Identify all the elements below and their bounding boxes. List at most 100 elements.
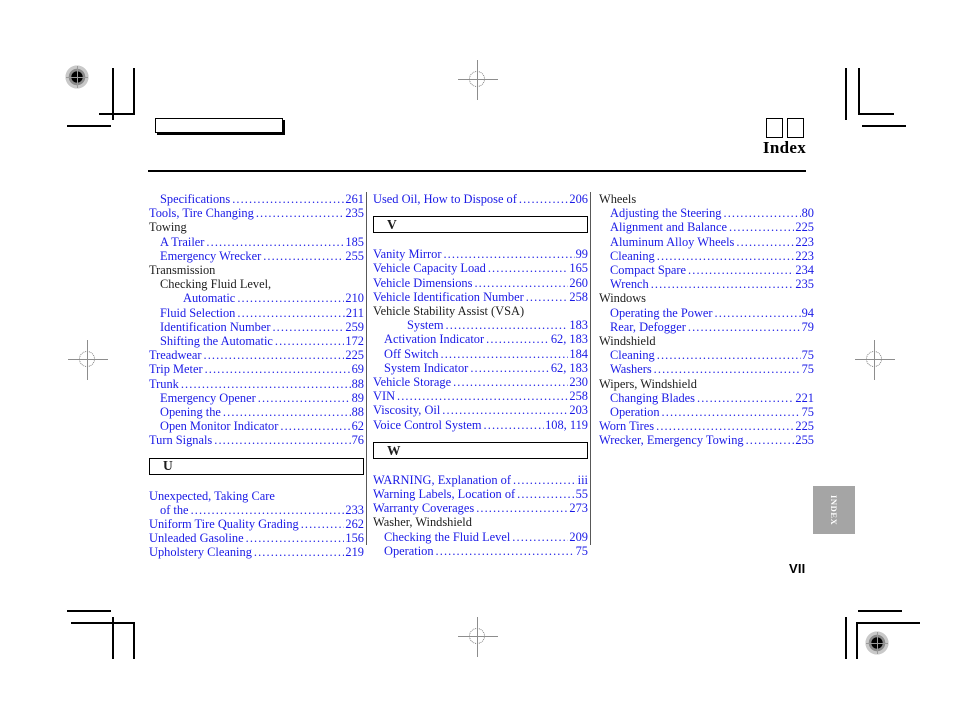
index-entry[interactable]: Alignment and Balance 225 xyxy=(599,220,814,234)
index-entry[interactable]: Automatic 210 xyxy=(149,291,364,305)
index-entry[interactable]: Compact Spare 234 xyxy=(599,263,814,277)
index-entry[interactable]: VIN 258 xyxy=(373,389,588,403)
index-entry-leader-dots xyxy=(443,247,574,261)
index-entry[interactable]: Operation 75 xyxy=(373,544,588,558)
index-entry-leader-dots xyxy=(688,263,794,277)
index-entry[interactable]: Wrench 235 xyxy=(599,277,814,291)
index-entry-page-number: 76 xyxy=(351,433,364,448)
index-entry-leader-dots xyxy=(256,206,345,220)
index-entry[interactable]: Operation 75 xyxy=(599,405,814,419)
side-tab-index[interactable]: INDEX xyxy=(813,486,855,534)
index-entry[interactable]: Changing Blades 221 xyxy=(599,391,814,405)
index-entry-page-number: 262 xyxy=(345,517,364,532)
index-entry[interactable]: Worn Tires 225 xyxy=(599,419,814,433)
crop-mark-bottom-left-corner-v xyxy=(133,622,135,659)
index-entry[interactable]: Identification Number 259 xyxy=(149,320,364,334)
crop-mark-top-left-h xyxy=(67,125,111,127)
index-heading: Windows xyxy=(599,291,814,305)
index-entry-label: Emergency Wrecker xyxy=(160,248,262,263)
index-entry-page-number: 88 xyxy=(351,376,364,391)
index-entry[interactable]: Shifting the Automatic 172 xyxy=(149,334,364,348)
crop-mark-bottom-left-h xyxy=(67,610,111,612)
index-entry-label: Uniform Tire Quality Grading xyxy=(149,517,299,532)
index-entry[interactable]: Aluminum Alloy Wheels 223 xyxy=(599,235,814,249)
index-entry[interactable]: Treadwear 225 xyxy=(149,348,364,362)
index-entry-leader-dots xyxy=(746,433,795,447)
index-heading: Transmission xyxy=(149,263,364,277)
index-entry[interactable]: Operating the Power 94 xyxy=(599,306,814,320)
index-entry-label: Worn Tires xyxy=(599,419,655,434)
index-entry[interactable]: Vehicle Capacity Load 165 xyxy=(373,261,588,275)
index-entry-leader-dots xyxy=(453,375,568,389)
index-entry-page-number: 255 xyxy=(795,433,814,448)
index-entry-page-number: 233 xyxy=(345,502,364,517)
crop-mark-bottom-left-outer-v xyxy=(112,617,114,659)
registration-target-bottom-right xyxy=(864,630,890,656)
index-entry-label: Fluid Selection xyxy=(160,305,236,320)
index-entry[interactable]: Emergency Opener 89 xyxy=(149,391,364,405)
index-entry[interactable]: Viscosity, Oil 203 xyxy=(373,403,588,417)
index-entry-leader-dots xyxy=(442,403,568,417)
index-entry[interactable]: Tools, Tire Changing 235 xyxy=(149,206,364,220)
index-entry-page-number: 185 xyxy=(345,234,364,249)
index-entry[interactable]: Washers 75 xyxy=(599,362,814,376)
index-heading: Windshield xyxy=(599,334,814,348)
index-entry[interactable]: Vehicle Identification Number 258 xyxy=(373,290,588,304)
index-entry-label: Vehicle Identification Number xyxy=(373,289,524,304)
index-heading: Unexpected, Taking Care xyxy=(149,489,364,503)
index-entry[interactable]: Activation Indicator 62, 183 xyxy=(373,332,588,346)
index-entry-leader-dots xyxy=(697,391,794,405)
index-entry[interactable]: Adjusting the Steering 80 xyxy=(599,206,814,220)
index-entry[interactable]: Vanity Mirror 99 xyxy=(373,247,588,261)
index-entry-page-number: 234 xyxy=(795,263,814,278)
index-entry[interactable]: Checking the Fluid Level 209 xyxy=(373,530,588,544)
index-entry-page-number: 255 xyxy=(345,248,364,263)
index-entry[interactable]: Trunk 88 xyxy=(149,377,364,391)
index-entry[interactable]: Used Oil, How to Dispose of 206 xyxy=(373,192,588,206)
index-entry-page-number: 75 xyxy=(801,348,814,363)
index-entry[interactable]: Vehicle Storage 230 xyxy=(373,375,588,389)
crop-mark-top-left-corner-h xyxy=(99,113,135,115)
index-entry[interactable]: Uniform Tire Quality Grading 262 xyxy=(149,517,364,531)
index-entry[interactable]: Wrecker, Emergency Towing 255 xyxy=(599,433,814,447)
index-entry-label: Wheels xyxy=(599,192,637,206)
index-entry[interactable]: Cleaning 75 xyxy=(599,348,814,362)
index-entry[interactable]: Warranty Coverages 273 xyxy=(373,501,588,515)
header-blank-box xyxy=(155,118,283,133)
index-entry[interactable]: WARNING, Explanation of iii xyxy=(373,473,588,487)
index-entry-page-number: 99 xyxy=(575,247,588,262)
index-entry[interactable]: System 183 xyxy=(373,318,588,332)
index-entry[interactable]: Trip Meter 69 xyxy=(149,362,364,376)
index-entry[interactable]: Opening the 88 xyxy=(149,405,364,419)
index-entry-leader-dots xyxy=(436,544,575,558)
index-entry[interactable]: Open Monitor Indicator 62 xyxy=(149,419,364,433)
index-entry-label: Towing xyxy=(149,220,187,235)
crop-mark-top-right-corner-h xyxy=(858,113,894,115)
index-entry[interactable]: Fluid Selection 211 xyxy=(149,306,364,320)
index-entry[interactable]: Cleaning 223 xyxy=(599,249,814,263)
index-entry-label: of the xyxy=(160,502,189,517)
index-entry-label: Vehicle Storage xyxy=(373,375,452,390)
index-entry-label: Checking Fluid Level, xyxy=(160,277,272,292)
index-entry[interactable]: A Trailer 185 xyxy=(149,235,364,249)
index-entry[interactable]: Warning Labels, Location of 55 xyxy=(373,487,588,501)
index-entry[interactable]: Emergency Wrecker 255 xyxy=(149,249,364,263)
index-entry-page-number: 235 xyxy=(345,206,364,221)
index-entry[interactable]: Voice Control System 108, 119 xyxy=(373,418,588,432)
index-entry[interactable]: Off Switch 184 xyxy=(373,347,588,361)
index-entry[interactable]: Turn Signals 76 xyxy=(149,433,364,447)
index-entry-page-number: 184 xyxy=(569,346,588,361)
index-entry[interactable]: Vehicle Dimensions 260 xyxy=(373,276,588,290)
index-entry[interactable]: of the 233 xyxy=(149,503,364,517)
index-entry-label: Opening the xyxy=(160,405,221,420)
index-entry-page-number: 156 xyxy=(345,531,364,546)
index-entry[interactable]: System Indicator 62, 183 xyxy=(373,361,588,375)
index-entry[interactable]: Specifications 261 xyxy=(149,192,364,206)
index-entry-page-number: 259 xyxy=(345,319,364,334)
index-entry[interactable]: Unleaded Gasoline 156 xyxy=(149,531,364,545)
index-entry-label: VIN xyxy=(373,389,396,404)
section-letter: U xyxy=(163,458,173,474)
index-entry[interactable]: Upholstery Cleaning 219 xyxy=(149,545,364,559)
index-entry[interactable]: Rear, Defogger 79 xyxy=(599,320,814,334)
index-entry-leader-dots xyxy=(729,220,794,234)
